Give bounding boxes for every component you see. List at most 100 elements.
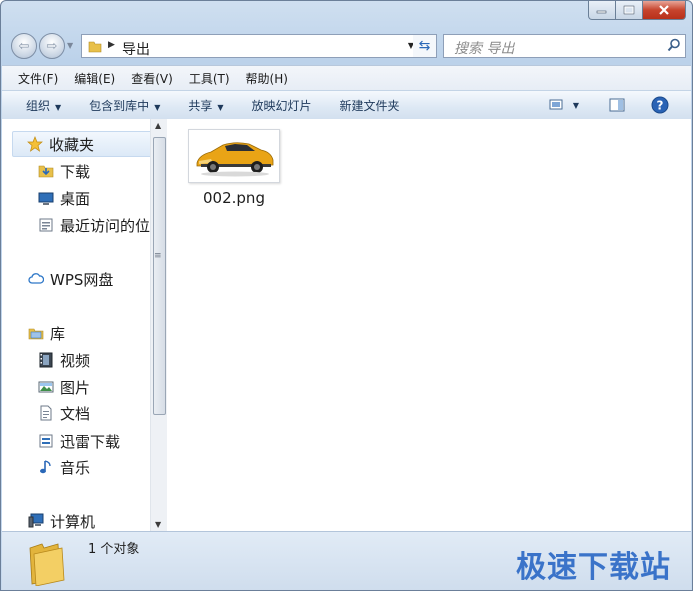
nav-recent-places[interactable]: 最近访问的位 (38, 213, 150, 237)
include-in-library-button[interactable]: 包含到库中 ▼ (75, 97, 174, 114)
recent-places-icon (38, 217, 54, 233)
view-dropdown-icon[interactable]: ▼ (573, 101, 579, 110)
watermark-logo: 极速下载站 (516, 550, 671, 585)
refresh-button[interactable]: ⇆ (413, 34, 437, 58)
svg-text:?: ? (657, 99, 664, 113)
nav-recent-label: 最近访问的位 (60, 216, 150, 235)
close-icon (659, 5, 669, 15)
change-view-button[interactable] (549, 98, 565, 112)
menu-file[interactable]: 文件(F) (10, 70, 66, 87)
minimize-icon (596, 10, 607, 14)
forward-button[interactable]: ⇨ (39, 33, 65, 59)
folder-icon (88, 39, 102, 56)
organize-button[interactable]: 组织 ▼ (2, 97, 75, 114)
help-icon: ? (651, 96, 669, 114)
scrollbar-thumb[interactable] (153, 137, 166, 415)
nav-pictures[interactable]: 图片 (38, 375, 90, 399)
nav-downloads-label: 下载 (60, 162, 91, 181)
search-placeholder: 搜索 导出 (454, 41, 515, 57)
search-input[interactable]: 搜索 导出 (443, 34, 686, 58)
nav-music-label: 音乐 (60, 458, 91, 477)
breadcrumb-current[interactable]: 导出 (122, 39, 150, 59)
breadcrumb-separator-icon[interactable]: ▶ (108, 40, 115, 50)
explorer-window: ⇦ ⇨ ▼ ▶ 导出 ▼ ⇆ 搜索 导出 文件(F) 编辑(E) 查看(V) 工… (0, 0, 693, 591)
menu-edit[interactable]: 编辑(E) (66, 70, 123, 87)
file-name[interactable]: 002.png (187, 189, 281, 207)
nav-pictures-label: 图片 (60, 378, 91, 397)
menu-view[interactable]: 查看(V) (123, 70, 181, 87)
nav-videos-label: 视频 (60, 351, 91, 370)
nav-favorites[interactable]: 收藏夹 (12, 131, 150, 157)
slideshow-button[interactable]: 放映幻灯片 (238, 97, 326, 114)
video-icon (38, 352, 54, 368)
music-note-icon (38, 459, 54, 475)
navigation-pane: 收藏夹 下载 桌面 最近访问的位 WPS网盘 库 视频 图片 文档 迅雷下载 音… (2, 119, 150, 531)
nav-wps-label: WPS网盘 (50, 270, 114, 289)
organize-label: 组织 (26, 98, 51, 113)
command-bar: 组织 ▼ 包含到库中 ▼ 共享 ▼ 放映幻灯片 新建文件夹 ▼ ? (2, 90, 691, 120)
nav-documents[interactable]: 文档 (38, 401, 90, 425)
scroll-down-icon[interactable]: ▼ (155, 520, 161, 529)
xunlei-download-icon (38, 433, 54, 449)
file-list-area[interactable]: 002.png (167, 119, 691, 531)
car-thumbnail-icon (188, 129, 280, 183)
search-icon[interactable] (667, 38, 681, 55)
scroll-grip-icon: ≡ (154, 251, 162, 261)
star-icon (27, 136, 43, 152)
minimize-button[interactable] (588, 1, 616, 20)
scroll-up-icon[interactable]: ▲ (155, 121, 161, 130)
preview-pane-icon (609, 98, 625, 112)
forward-arrow-icon: ⇨ (46, 38, 58, 54)
view-icon (549, 99, 563, 110)
nav-desktop[interactable]: 桌面 (38, 186, 90, 210)
include-in-library-label: 包含到库中 (89, 98, 150, 113)
nav-computer-label: 计算机 (50, 512, 96, 531)
nav-favorites-label: 收藏夹 (49, 135, 95, 154)
nav-desktop-label: 桌面 (60, 189, 91, 208)
close-button[interactable] (643, 1, 686, 20)
maximize-icon (623, 5, 635, 15)
back-arrow-icon: ⇦ (18, 38, 30, 54)
nav-xunlei-label: 迅雷下载 (60, 432, 121, 451)
large-folder-icon (28, 540, 68, 589)
downloads-folder-icon (38, 163, 54, 179)
chevron-down-icon: ▼ (217, 102, 224, 112)
nav-libraries-label: 库 (50, 324, 66, 343)
new-folder-button[interactable]: 新建文件夹 (326, 97, 414, 114)
share-label: 共享 (188, 98, 213, 113)
nav-documents-label: 文档 (60, 404, 91, 423)
back-button[interactable]: ⇦ (11, 33, 37, 59)
item-count: 1 个对象 (88, 542, 140, 557)
pictures-icon (38, 379, 54, 395)
maximize-button[interactable] (616, 1, 643, 20)
refresh-icon: ⇆ (418, 38, 431, 54)
desktop-icon (38, 190, 54, 206)
menu-help[interactable]: 帮助(H) (238, 70, 296, 87)
menu-bar: 文件(F) 编辑(E) 查看(V) 工具(T) 帮助(H) (2, 65, 691, 90)
nav-wps-cloud[interactable]: WPS网盘 (28, 267, 113, 291)
nav-xunlei-downloads[interactable]: 迅雷下载 (38, 429, 120, 453)
nav-libraries[interactable]: 库 (28, 321, 65, 345)
help-button[interactable]: ? (651, 96, 669, 114)
cloud-icon (28, 271, 44, 287)
nav-music[interactable]: 音乐 (38, 455, 90, 479)
navigation-scrollbar[interactable]: ▲ ≡ ▼ (150, 119, 167, 531)
recent-pages-dropdown[interactable]: ▼ (67, 41, 73, 50)
file-item[interactable]: 002.png (187, 129, 281, 207)
nav-downloads[interactable]: 下载 (38, 159, 90, 183)
caption-buttons (588, 1, 686, 21)
preview-pane-button[interactable] (609, 98, 625, 112)
computer-icon (28, 513, 44, 529)
nav-computer[interactable]: 计算机 (28, 509, 95, 531)
library-icon (28, 325, 44, 341)
address-bar[interactable]: ▶ 导出 ▼ (81, 34, 419, 58)
address-row: ⇦ ⇨ ▼ ▶ 导出 ▼ ⇆ 搜索 导出 (9, 33, 686, 61)
chevron-down-icon: ▼ (55, 102, 62, 112)
menu-tools[interactable]: 工具(T) (181, 70, 238, 87)
nav-videos[interactable]: 视频 (38, 348, 90, 372)
document-icon (38, 405, 54, 421)
share-button[interactable]: 共享 ▼ (174, 97, 237, 114)
details-pane: 1 个对象 极速下载站 (2, 531, 691, 590)
view-controls: ▼ ? (541, 91, 691, 119)
chevron-down-icon: ▼ (154, 102, 161, 112)
